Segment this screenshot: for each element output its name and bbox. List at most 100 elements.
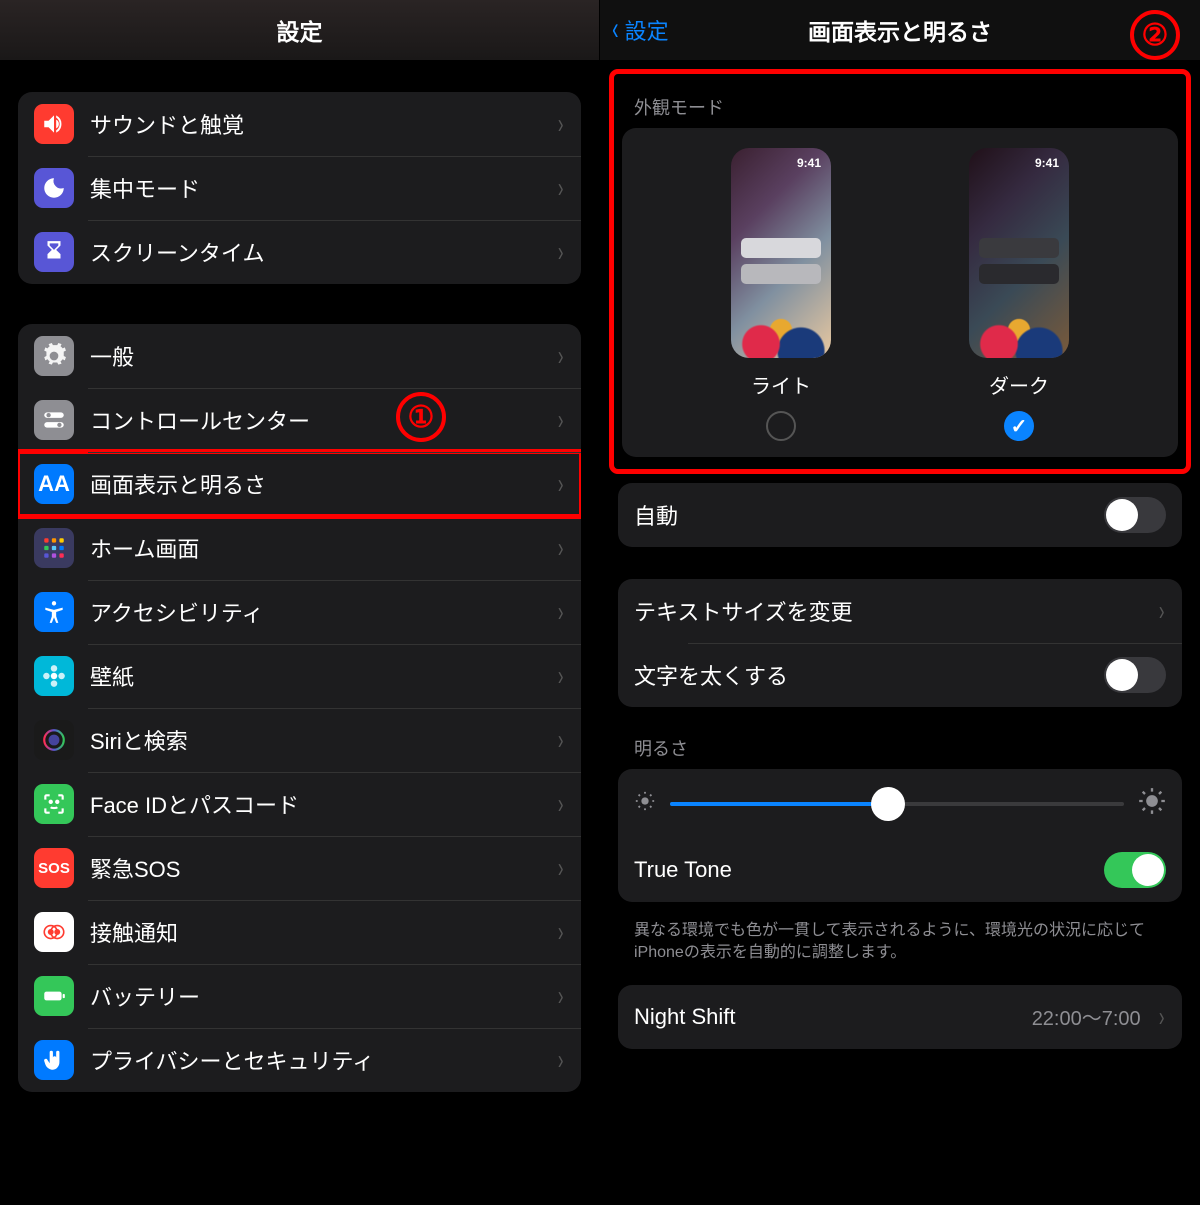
toggle-true-tone[interactable]: [1104, 852, 1166, 888]
bold-text-label: 文字を太くする: [634, 659, 1088, 691]
night-shift-group: Night Shift 22:00～7:00 ›: [618, 985, 1182, 1049]
settings-header: 設定: [0, 0, 599, 60]
flower-icon: [34, 656, 74, 696]
settings-group-1: サウンドと触覚 › 集中モード › スクリーンタイム ›: [18, 92, 581, 284]
chevron-right-icon: ›: [558, 1044, 564, 1076]
row-label: 緊急SOS: [90, 852, 540, 884]
brightness-header: 明るさ: [600, 715, 1200, 769]
speaker-icon: [34, 104, 74, 144]
row-display-brightness[interactable]: AA 画面表示と明るさ ›: [18, 452, 581, 516]
siri-icon: [34, 720, 74, 760]
chevron-right-icon: ›: [1159, 595, 1165, 627]
preview-light: 9:41: [731, 148, 831, 358]
accessibility-icon: [34, 592, 74, 632]
back-label: 設定: [625, 14, 669, 46]
true-tone-note: 異なる環境でも色が一貫して表示されるように、環境光の状況に応じてiPhoneの表…: [600, 910, 1200, 985]
sun-small-icon: [634, 790, 656, 817]
chevron-right-icon: ›: [558, 468, 564, 500]
row-control-center[interactable]: コントロールセンター ›: [18, 388, 581, 452]
row-exposure[interactable]: 接触通知 ›: [18, 900, 581, 964]
toggle-bold-text[interactable]: [1104, 657, 1166, 693]
chevron-right-icon: ›: [1159, 1001, 1165, 1033]
radio-dark[interactable]: [1004, 411, 1034, 441]
true-tone-label: True Tone: [634, 857, 1088, 883]
radio-light[interactable]: [766, 411, 796, 441]
annotation-step-2: ②: [1130, 10, 1180, 60]
row-sound[interactable]: サウンドと触覚 ›: [18, 92, 581, 156]
row-label: コントロールセンター: [90, 404, 540, 436]
settings-title: 設定: [277, 13, 323, 47]
mode-label-light: ライト: [751, 370, 811, 399]
text-size-label: テキストサイズを変更: [634, 595, 1141, 627]
row-screentime[interactable]: スクリーンタイム ›: [18, 220, 581, 284]
exposure-icon: [34, 912, 74, 952]
row-label: ホーム画面: [90, 532, 540, 564]
row-sos[interactable]: SOS 緊急SOS ›: [18, 836, 581, 900]
face-id-icon: [34, 784, 74, 824]
chevron-right-icon: ›: [558, 596, 564, 628]
display-header: ‹ 設定 画面表示と明るさ: [600, 0, 1200, 60]
row-text-size[interactable]: テキストサイズを変更 ›: [618, 579, 1182, 643]
appearance-content: 9:41 ライト 9:41 ダーク: [622, 128, 1178, 457]
row-focus[interactable]: 集中モード ›: [18, 156, 581, 220]
back-button[interactable]: ‹ 設定: [610, 14, 669, 46]
row-label: プライバシーとセキュリティ: [90, 1044, 540, 1076]
moon-icon: [34, 168, 74, 208]
sos-icon: SOS: [34, 848, 74, 888]
apps-grid-icon: [34, 528, 74, 568]
chevron-right-icon: ›: [558, 404, 564, 436]
row-accessibility[interactable]: アクセシビリティ ›: [18, 580, 581, 644]
row-night-shift[interactable]: Night Shift 22:00～7:00 ›: [618, 985, 1182, 1049]
row-label: 壁紙: [90, 660, 540, 692]
row-home-screen[interactable]: ホーム画面 ›: [18, 516, 581, 580]
brightness-group: True Tone: [618, 769, 1182, 902]
settings-group-2: 一般 › コントロールセンター › AA 画面表示と明るさ › ホーム画面 ›: [18, 324, 581, 1092]
chevron-left-icon: ‹: [612, 12, 618, 44]
preview-dark: 9:41: [969, 148, 1069, 358]
gear-icon: [34, 336, 74, 376]
hourglass-icon: [34, 232, 74, 272]
chevron-right-icon: ›: [558, 660, 564, 692]
chevron-right-icon: ›: [558, 980, 564, 1012]
text-size-icon: AA: [34, 464, 74, 504]
auto-group: 自動: [618, 483, 1182, 547]
appearance-mode-dark[interactable]: 9:41 ダーク: [969, 148, 1069, 441]
chevron-right-icon: ›: [558, 532, 564, 564]
text-group: テキストサイズを変更 › 文字を太くする: [618, 579, 1182, 707]
battery-icon: [34, 976, 74, 1016]
chevron-right-icon: ›: [558, 852, 564, 884]
sun-large-icon: [1138, 787, 1166, 820]
chevron-right-icon: ›: [558, 340, 564, 372]
row-label: 一般: [90, 340, 540, 372]
row-wallpaper[interactable]: 壁紙 ›: [18, 644, 581, 708]
chevron-right-icon: ›: [558, 108, 564, 140]
row-label: Siriと検索: [90, 724, 540, 756]
brightness-slider[interactable]: [670, 802, 1124, 806]
row-true-tone: True Tone: [618, 838, 1182, 902]
row-siri[interactable]: Siriと検索 ›: [18, 708, 581, 772]
chevron-right-icon: ›: [558, 724, 564, 756]
annotation-step-1: ①: [396, 392, 446, 442]
row-faceid[interactable]: Face IDとパスコード ›: [18, 772, 581, 836]
night-shift-label: Night Shift: [634, 1004, 1016, 1030]
night-shift-value: 22:00～7:00: [1032, 1002, 1141, 1031]
chevron-right-icon: ›: [558, 172, 564, 204]
row-battery[interactable]: バッテリー ›: [18, 964, 581, 1028]
row-label: 接触通知: [90, 916, 540, 948]
appearance-section-highlight: 外観モード 9:41 ライト 9:41: [614, 74, 1186, 469]
appearance-mode-light[interactable]: 9:41 ライト: [731, 148, 831, 441]
row-label: バッテリー: [90, 980, 540, 1012]
appearance-header: 外観モード: [614, 74, 1186, 128]
row-label: 集中モード: [90, 172, 540, 204]
row-general[interactable]: 一般 ›: [18, 324, 581, 388]
row-label: 画面表示と明るさ: [90, 468, 540, 500]
mode-label-dark: ダーク: [989, 370, 1049, 399]
hand-icon: [34, 1040, 74, 1080]
row-privacy[interactable]: プライバシーとセキュリティ ›: [18, 1028, 581, 1092]
preview-time: 9:41: [1035, 156, 1059, 170]
row-label: アクセシビリティ: [90, 596, 540, 628]
switches-icon: [34, 400, 74, 440]
row-auto: 自動: [618, 483, 1182, 547]
brightness-slider-row: [618, 769, 1182, 838]
toggle-auto[interactable]: [1104, 497, 1166, 533]
